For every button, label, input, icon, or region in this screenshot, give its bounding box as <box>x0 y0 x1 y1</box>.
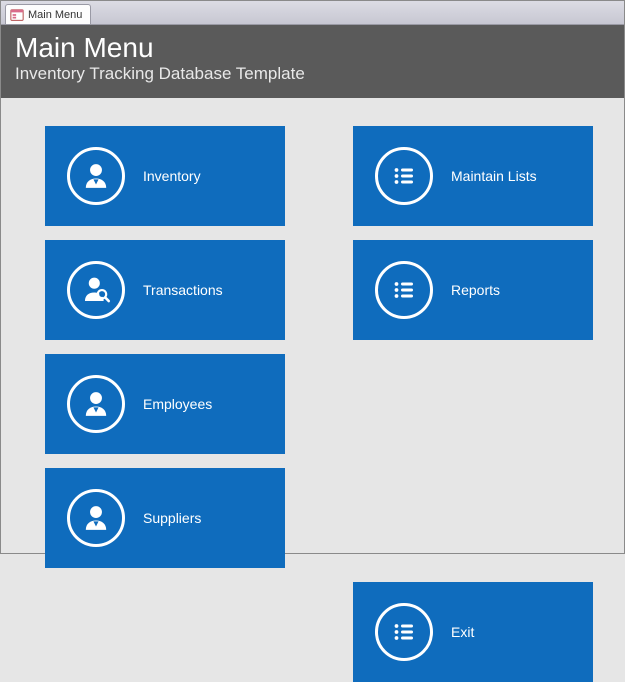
tile-reports[interactable]: Reports <box>353 240 593 340</box>
person-icon <box>67 147 125 205</box>
form-icon <box>10 8 24 22</box>
tile-inventory[interactable]: Inventory <box>45 126 285 226</box>
tile-grid: Inventory Transactions <box>1 98 624 682</box>
tile-label: Reports <box>451 282 500 298</box>
person-icon <box>67 489 125 547</box>
page-title: Main Menu <box>15 33 610 64</box>
tile-label: Transactions <box>143 282 223 298</box>
page-subtitle: Inventory Tracking Database Template <box>15 64 610 84</box>
tab-label: Main Menu <box>28 9 82 21</box>
tile-exit[interactable]: Exit <box>353 582 593 682</box>
list-icon <box>375 603 433 661</box>
tile-label: Suppliers <box>143 510 201 526</box>
person-search-icon <box>67 261 125 319</box>
tab-main-menu[interactable]: Main Menu <box>5 4 91 24</box>
tile-column-right: Maintain Lists Reports <box>353 126 593 682</box>
list-icon <box>375 147 433 205</box>
tile-label: Exit <box>451 624 474 640</box>
tile-label: Inventory <box>143 168 201 184</box>
tile-transactions[interactable]: Transactions <box>45 240 285 340</box>
tile-suppliers[interactable]: Suppliers <box>45 468 285 568</box>
page-header: Main Menu Inventory Tracking Database Te… <box>1 25 624 98</box>
tile-maintain-lists[interactable]: Maintain Lists <box>353 126 593 226</box>
spacer <box>353 354 593 568</box>
tile-employees[interactable]: Employees <box>45 354 285 454</box>
list-icon <box>375 261 433 319</box>
tile-column-left: Inventory Transactions <box>45 126 285 682</box>
tile-label: Employees <box>143 396 212 412</box>
person-icon <box>67 375 125 433</box>
tile-label: Maintain Lists <box>451 168 537 184</box>
tab-bar: Main Menu <box>1 1 624 25</box>
